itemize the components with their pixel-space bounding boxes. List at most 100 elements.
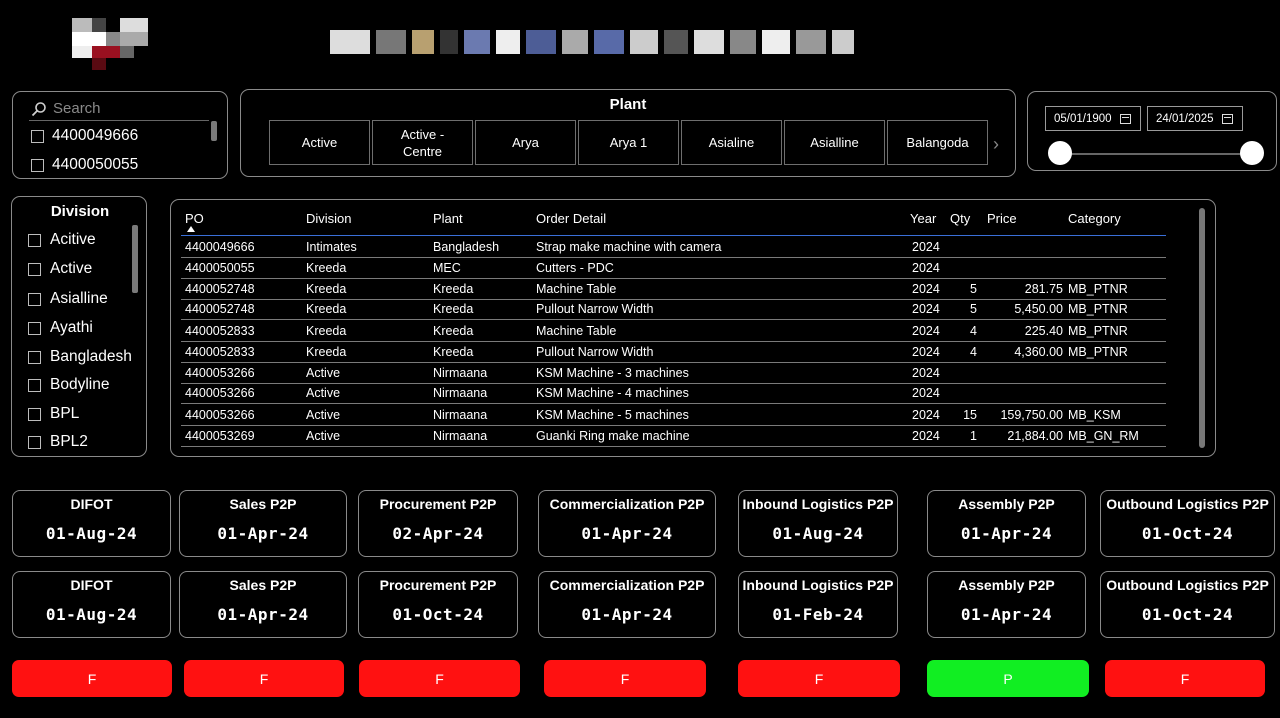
po-table: PO Division Plant Order Detail Year Qty … <box>170 199 1216 457</box>
column-header-year[interactable]: Year <box>910 211 936 226</box>
search-field[interactable]: Search <box>31 100 101 117</box>
checkbox[interactable] <box>28 435 41 449</box>
cell-category: MB_PTNR <box>1068 345 1128 359</box>
search-placeholder: Search <box>53 100 101 117</box>
plant-slicer-title: Plant <box>609 96 647 113</box>
division-option[interactable]: Ayathi <box>28 319 93 337</box>
table-row[interactable]: 4400053266 Active Nirmaana KSM Machine - 4 … <box>181 383 1166 404</box>
scrollbar-thumb[interactable] <box>132 225 138 293</box>
division-option[interactable]: Bangladesh <box>28 348 132 366</box>
kpi-card-label: Assembly P2P <box>958 496 1055 512</box>
cell-qty: 1 <box>970 429 977 443</box>
po-search-slicer: Search 4400049666 4400050055 <box>12 91 228 179</box>
table-row[interactable]: 4400053269 Active Nirmaana Guanki Ring make… <box>181 426 1166 447</box>
table-row[interactable]: 4400053266 Active Nirmaana KSM Machine - 5 … <box>181 405 1166 426</box>
end-date-input[interactable]: 24/01/2025 <box>1147 106 1243 131</box>
po-option[interactable]: 4400049666 <box>31 127 138 145</box>
division-option[interactable]: BPL2 <box>28 433 88 451</box>
cell-detail: KSM Machine - 5 machines <box>536 408 689 422</box>
checkbox[interactable] <box>31 158 44 172</box>
start-date-input[interactable]: 05/01/1900 <box>1045 106 1141 131</box>
status-fail-button[interactable]: F <box>738 660 900 697</box>
kpi-card-label: Commercialization P2P <box>549 577 705 593</box>
cell-plant: Nirmaana <box>433 386 488 400</box>
division-option-label: Acitive <box>50 231 96 248</box>
status-fail-button[interactable]: F <box>544 660 706 697</box>
division-option[interactable]: Bodyline <box>28 376 109 394</box>
table-row[interactable]: 4400052748 Kreeda Kreeda Pullout Narrow Wid… <box>181 299 1166 320</box>
table-row[interactable]: 4400052833 Kreeda Kreeda Pullout Narrow Wid… <box>181 342 1166 363</box>
cell-plant: Bangladesh <box>433 240 500 254</box>
column-header-price[interactable]: Price <box>987 211 1017 226</box>
plant-tile[interactable]: Active - Centre <box>372 120 473 165</box>
table-row[interactable]: 4400049666 Intimates Bangladesh Strap make … <box>181 237 1166 258</box>
division-option-label: Bodyline <box>50 376 110 393</box>
column-header-category[interactable]: Category <box>1068 211 1121 226</box>
checkbox[interactable] <box>28 350 41 364</box>
scrollbar-thumb[interactable] <box>211 121 217 141</box>
status-fail-button[interactable]: F <box>1105 660 1265 697</box>
plant-tile[interactable]: Asialine <box>681 120 782 165</box>
checkbox[interactable] <box>28 321 41 335</box>
checkbox[interactable] <box>28 407 41 421</box>
plant-tile[interactable]: Asialline <box>784 120 885 165</box>
column-header-qty[interactable]: Qty <box>950 211 970 226</box>
date-slider-track[interactable] <box>1060 153 1252 155</box>
plant-tile[interactable]: Active <box>269 120 370 165</box>
search-icon <box>31 101 46 116</box>
cell-price: 159,750.00 <box>1000 408 1063 422</box>
cell-detail: Machine Table <box>536 324 617 338</box>
kpi-card: Inbound Logistics P2P 01-Aug-24 <box>738 490 898 557</box>
cell-year: 2024 <box>912 324 940 338</box>
calendar-icon[interactable] <box>1221 113 1233 124</box>
cell-division: Kreeda <box>306 345 347 359</box>
checkbox[interactable] <box>28 262 41 276</box>
cell-division: Active <box>306 429 341 443</box>
table-scrollbar[interactable] <box>1199 208 1205 448</box>
po-option[interactable]: 4400050055 <box>31 156 138 174</box>
chevron-right-icon[interactable]: › <box>993 134 999 155</box>
table-row[interactable]: 4400053266 Active Nirmaana KSM Machine - 3 … <box>181 363 1166 384</box>
checkbox[interactable] <box>28 378 41 392</box>
cell-po: 4400053269 <box>185 429 255 443</box>
calendar-icon[interactable] <box>1119 113 1131 124</box>
kpi-card: Outbound Logistics P2P 01-Oct-24 <box>1100 490 1275 557</box>
kpi-card-value: 01-Apr-24 <box>217 524 309 543</box>
cell-po: 4400049666 <box>185 240 255 254</box>
division-option-label: Ayathi <box>50 319 93 336</box>
division-slicer-title: Division <box>50 203 110 220</box>
column-header-order-detail[interactable]: Order Detail <box>536 211 606 226</box>
cell-year: 2024 <box>912 386 940 400</box>
division-option[interactable]: BPL <box>28 405 79 423</box>
table-row[interactable]: 4400052833 Kreeda Kreeda Machine Table 2024 4… <box>181 321 1166 342</box>
status-fail-button[interactable]: F <box>359 660 520 697</box>
division-option[interactable]: Active <box>28 260 92 278</box>
kpi-card: DIFOT 01-Aug-24 <box>12 490 171 557</box>
checkbox[interactable] <box>28 233 41 247</box>
column-header-division[interactable]: Division <box>306 211 352 226</box>
cell-year: 2024 <box>912 282 940 296</box>
column-header-po[interactable]: PO <box>185 211 204 226</box>
status-fail-button[interactable]: F <box>184 660 344 697</box>
division-option[interactable]: Acitive <box>28 231 96 249</box>
date-slider-start-handle[interactable] <box>1048 141 1072 165</box>
kpi-card: Assembly P2P 01-Apr-24 <box>927 490 1086 557</box>
kpi-card: Sales P2P 01-Apr-24 <box>179 490 347 557</box>
checkbox[interactable] <box>31 129 44 143</box>
checkbox[interactable] <box>28 292 41 306</box>
status-pass-button[interactable]: P <box>927 660 1089 697</box>
cell-qty: 5 <box>970 302 977 316</box>
table-row[interactable]: 4400052748 Kreeda Kreeda Machine Table 2024 5… <box>181 279 1166 300</box>
division-option[interactable]: Asialline <box>28 290 108 308</box>
kpi-card: DIFOT 01-Aug-24 <box>12 571 171 638</box>
status-fail-button[interactable]: F <box>12 660 172 697</box>
plant-tile[interactable]: Balangoda <box>887 120 988 165</box>
table-row[interactable]: 4400050055 Kreeda MEC Cutters - PDC 2024 <box>181 258 1166 279</box>
plant-tile[interactable]: Arya <box>475 120 576 165</box>
plant-tile[interactable]: Arya 1 <box>578 120 679 165</box>
cell-plant: Kreeda <box>433 324 474 338</box>
date-slider-end-handle[interactable] <box>1240 141 1264 165</box>
cell-detail: Machine Table <box>536 282 617 296</box>
kpi-card: Procurement P2P 01-Oct-24 <box>358 571 518 638</box>
column-header-plant[interactable]: Plant <box>433 211 463 226</box>
